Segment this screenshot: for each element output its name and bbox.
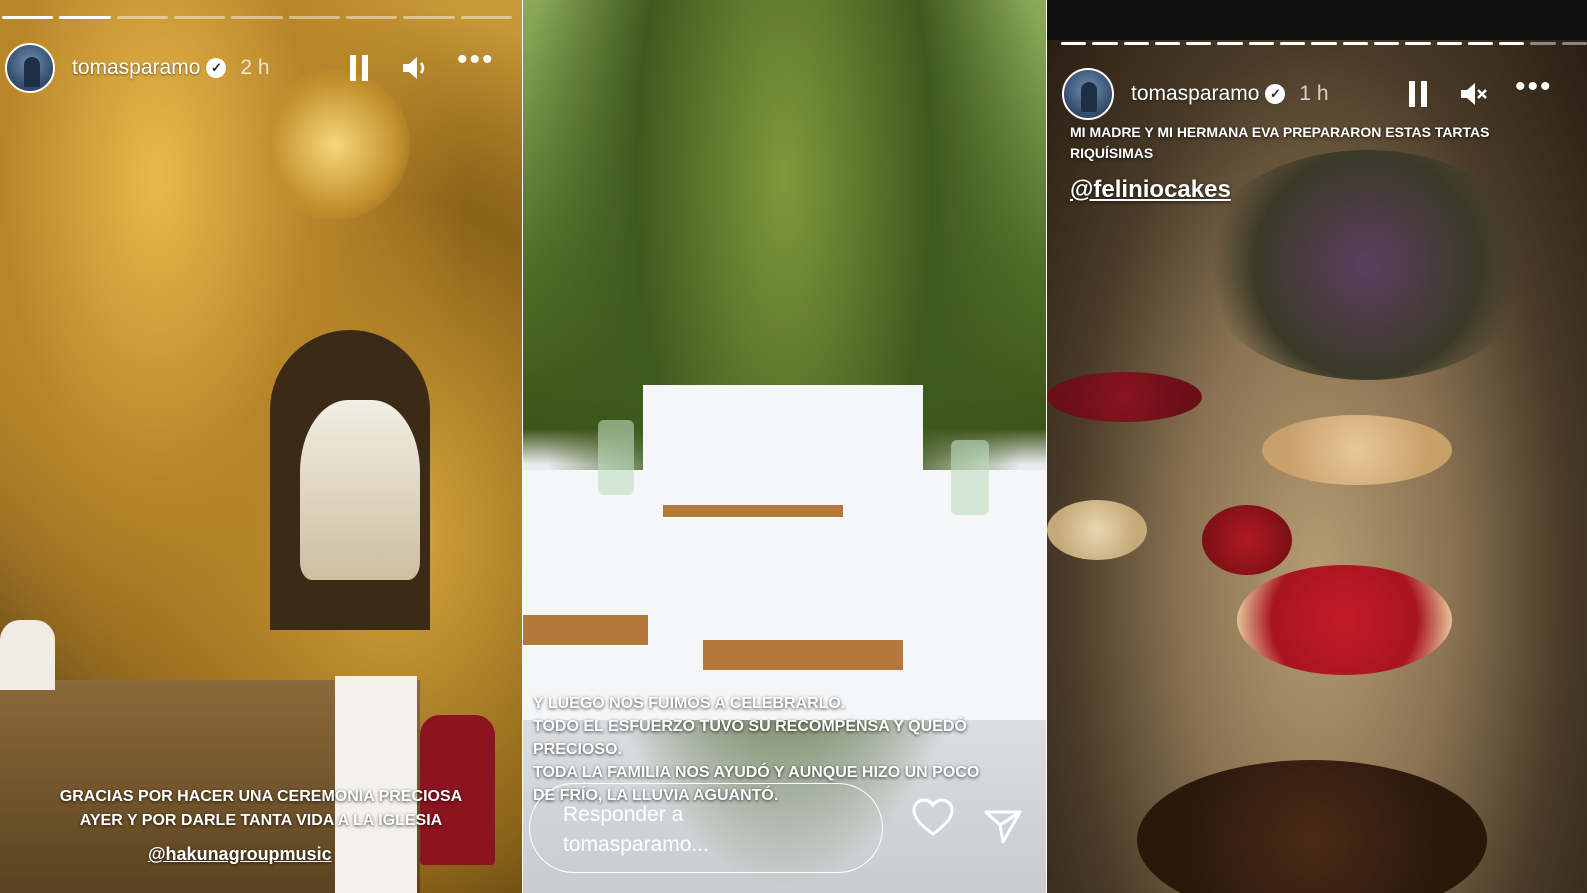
progress-segment [1217, 42, 1243, 45]
cake-almond [1262, 415, 1452, 485]
progress-segment [1092, 42, 1118, 45]
story-panel-garden[interactable]: Y LUEGO NOS FUIMOS A CELEBRARLO. TODO EL… [523, 0, 1046, 893]
progress-segment [460, 16, 512, 19]
share-button[interactable] [983, 806, 1023, 846]
more-options-button[interactable]: ••• [457, 43, 495, 76]
virgin-statue-image [300, 400, 420, 580]
pause-button[interactable] [1409, 81, 1427, 107]
volume-on-icon [403, 57, 425, 79]
flower-vase [598, 420, 634, 495]
username[interactable]: tomasparamo [1131, 82, 1259, 106]
story-timestamp: 1 h [1299, 82, 1329, 105]
progress-segment [345, 16, 398, 19]
story-panel-church[interactable]: tomasparamo ✓ 2 h ••• GRACIAS POR HACER … [0, 0, 522, 893]
caption-line: GRACIAS POR HACER UNA CEREMONIA PRECIOSA [59, 788, 463, 805]
pause-icon [1409, 81, 1427, 107]
priest-figure [0, 620, 55, 690]
cake-small [1047, 500, 1147, 560]
caption-line: TODO EL ESFUERZO TUVO SU RECOMPENSA Y QU… [533, 718, 967, 735]
caption-line: PRECIOSO. [533, 741, 622, 758]
progress-segment [403, 16, 455, 19]
mention-link[interactable]: @hakunagroupmusic [148, 844, 332, 865]
chair-seat-left [523, 615, 648, 645]
avatar[interactable] [1062, 68, 1114, 120]
story-progress-bar [2, 16, 512, 19]
volume-button[interactable] [1458, 79, 1488, 109]
mention-link[interactable]: @feliniocakes [1070, 176, 1231, 204]
progress-segment [1154, 42, 1181, 45]
avatar[interactable] [5, 43, 55, 93]
more-icon: ••• [1515, 70, 1553, 103]
story-timestamp: 2 h [240, 56, 270, 79]
progress-segment [1311, 42, 1337, 45]
progress-segment [231, 16, 283, 19]
cake-berry [1237, 565, 1452, 675]
flower-vase [951, 440, 989, 515]
volume-button[interactable] [400, 53, 430, 83]
progress-segment [1499, 42, 1525, 45]
more-options-button[interactable]: ••• [1515, 70, 1553, 103]
volume-muted-icon [1461, 83, 1487, 105]
progress-segment [1280, 42, 1306, 45]
progress-segment [1123, 42, 1149, 45]
top-bar [1047, 0, 1587, 40]
story-header: tomasparamo ✓ 2 h [5, 43, 270, 93]
progress-segment [59, 16, 111, 19]
verified-badge-icon: ✓ [1265, 84, 1286, 104]
progress-segment [2, 16, 54, 19]
jam-bowl [1202, 505, 1292, 575]
reply-placeholder: tomasparamo... [563, 833, 709, 856]
progress-segment [1436, 42, 1462, 45]
progress-segment [1248, 42, 1275, 45]
story-panel-cakes[interactable]: tomasparamo ✓ 1 h ••• MI MADRE Y MI HERM… [1047, 0, 1587, 893]
heart-icon [912, 798, 954, 836]
progress-segment [288, 16, 340, 19]
progress-segment [1467, 42, 1494, 45]
progress-segment [116, 16, 168, 19]
reply-placeholder: Responder a [563, 803, 684, 826]
story-header: tomasparamo ✓ 1 h [1062, 68, 1329, 120]
send-icon [984, 810, 1022, 844]
verified-badge-icon: ✓ [206, 58, 227, 78]
sunburst-ornament [260, 70, 410, 220]
chair-back-slat [663, 505, 843, 517]
progress-segment [1373, 42, 1400, 45]
caption-line: RIQUÍSIMAS [1070, 145, 1154, 161]
progress-segment [1342, 42, 1368, 45]
cake-cherry [1047, 372, 1202, 422]
caption-line: TODA LA FAMILIA NOS AYUDÓ Y AUNQUE HIZO … [533, 764, 980, 781]
progress-segment [1530, 42, 1556, 45]
cake-chocolate [1137, 760, 1487, 893]
flower-arrangement [1197, 150, 1537, 380]
chair-seat [703, 640, 903, 670]
reply-input[interactable]: Responder a tomasparamo... [529, 783, 883, 873]
caption-line: Y LUEGO NOS FUIMOS A CELEBRARLO. [533, 695, 846, 712]
progress-segment [1561, 42, 1587, 45]
story-caption: GRACIAS POR HACER UNA CEREMONIA PRECIOSA… [0, 785, 522, 833]
progress-segment [1186, 42, 1212, 45]
caption-line: MI MADRE Y MI HERMANA EVA PREPARARON EST… [1070, 124, 1490, 140]
progress-segment [1405, 42, 1431, 45]
story-progress-bar [1061, 42, 1587, 45]
more-icon: ••• [457, 43, 495, 76]
story-caption: MI MADRE Y MI HERMANA EVA PREPARARON EST… [1070, 122, 1490, 164]
pause-button[interactable] [350, 55, 368, 81]
caption-line: AYER Y POR DARLE TANTA VIDA A LA IGLESIA [79, 812, 443, 829]
progress-segment [1061, 42, 1087, 45]
like-button[interactable] [911, 798, 955, 838]
progress-segment [173, 16, 226, 19]
username[interactable]: tomasparamo [72, 56, 200, 80]
pause-icon [350, 55, 368, 81]
